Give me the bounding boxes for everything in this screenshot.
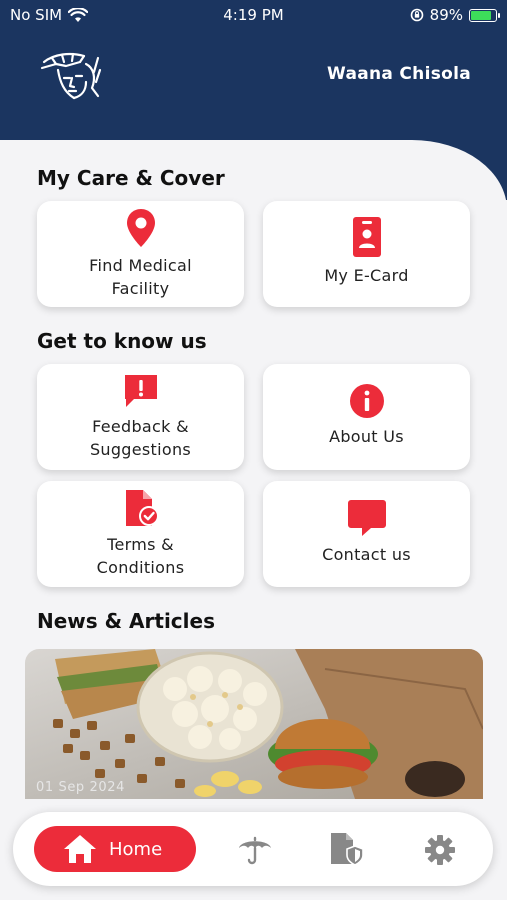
section-title-care: My Care & Cover — [37, 166, 225, 190]
battery-icon — [469, 8, 500, 22]
my-ecard-card[interactable]: My E-Card — [263, 201, 470, 307]
document-check-icon — [125, 490, 159, 526]
feedback-suggestions-card[interactable]: Feedback & Suggestions — [37, 364, 244, 470]
location-pin-icon — [126, 209, 155, 247]
section-title-about: Get to know us — [37, 329, 207, 353]
find-medical-facility-card[interactable]: Find Medical Facility — [37, 201, 244, 307]
policy-document-icon[interactable] — [329, 832, 365, 866]
article-date: 01 Sep 2024 — [36, 780, 125, 795]
find-medical-facility-label: Find Medical Facility — [89, 256, 192, 298]
chat-bubble-icon — [347, 499, 386, 536]
section-title-news: News & Articles — [37, 609, 215, 633]
tab-home[interactable]: Home — [34, 826, 196, 872]
orientation-lock-icon — [410, 8, 423, 22]
contact-us-label: Contact us — [322, 544, 411, 564]
news-article-image — [25, 649, 483, 799]
feedback-icon — [124, 375, 157, 407]
umbrella-icon[interactable] — [237, 834, 273, 866]
home-icon — [64, 835, 96, 863]
terms-conditions-card[interactable]: Terms & Conditions — [37, 481, 244, 587]
terms-conditions-label: Terms & Conditions — [96, 535, 185, 577]
feedback-suggestions-label: Feedback & Suggestions — [89, 417, 192, 459]
about-us-label: About Us — [329, 426, 404, 446]
status-bar: No SIM 4:19 PM 89% — [0, 0, 507, 30]
id-badge-icon — [352, 216, 381, 257]
info-icon — [349, 383, 384, 418]
gear-icon[interactable] — [424, 834, 456, 866]
news-article-card[interactable]: 01 Sep 2024 — [25, 649, 483, 799]
battery-percent: 89% — [429, 6, 463, 24]
contact-us-card[interactable]: Contact us — [263, 481, 470, 587]
my-ecard-label: My E-Card — [324, 265, 409, 285]
about-us-card[interactable]: About Us — [263, 364, 470, 470]
user-name[interactable]: Waana Chisola — [327, 64, 471, 84]
tab-home-label: Home — [109, 838, 163, 860]
bottom-tab-bar: Home — [13, 812, 493, 886]
brand-logo — [40, 52, 102, 100]
